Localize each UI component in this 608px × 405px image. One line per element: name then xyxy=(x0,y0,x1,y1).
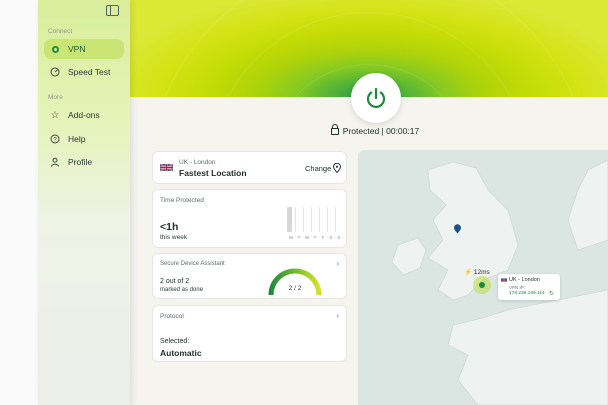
bolt-icon: ⚡ xyxy=(464,269,473,276)
protocol-title: Protocol xyxy=(160,313,184,320)
window-edge xyxy=(0,0,38,405)
secure-device-assistant-card[interactable]: Secure Device Assistant › 2 out of 2 mar… xyxy=(152,253,347,299)
sidebar-item-label: Profile xyxy=(68,157,93,167)
day-label: S xyxy=(337,235,341,240)
server-marker[interactable] xyxy=(473,276,491,294)
sidebar-item-label: Speed Test xyxy=(68,67,111,77)
sidebar-item-add-ons[interactable]: ☆ Add-ons xyxy=(44,105,124,125)
uk-flag-icon xyxy=(160,163,173,172)
day-label: S xyxy=(329,235,333,240)
gauge-label: 2 / 2 xyxy=(288,285,302,292)
uk-flag-icon xyxy=(501,278,507,282)
world-map[interactable]: ⚡ 12ms UK - London VPN IP: 178.239.199.1… xyxy=(358,150,608,405)
section-label-connect: Connect xyxy=(48,28,73,35)
section-label-more: More xyxy=(48,94,63,101)
time-protected-card: Time Protected <1h this week MTWTFSS xyxy=(152,189,347,248)
protocol-card[interactable]: Protocol › Selected: Automatic xyxy=(152,305,347,362)
power-button[interactable] xyxy=(351,73,401,123)
vpn-ip-label: VPN IP: xyxy=(509,285,526,290)
star-icon: ☆ xyxy=(50,109,60,121)
latency-value: 12ms xyxy=(473,269,490,276)
person-icon xyxy=(48,157,62,167)
day-label: F xyxy=(321,235,325,240)
sidebar-item-speed-test[interactable]: Speed Test xyxy=(44,62,124,82)
location-pin-icon xyxy=(333,163,341,173)
location-card[interactable]: UK - London Fastest Location Change xyxy=(152,151,347,184)
sidebar-item-profile[interactable]: Profile xyxy=(44,152,124,172)
day-label: W xyxy=(304,235,310,240)
connection-status: Protected | 00:00:17 xyxy=(310,124,440,136)
chevron-right-icon: › xyxy=(336,259,339,268)
location-name: Fastest Location xyxy=(179,168,247,178)
main-panel: Protected | 00:00:17 UK - London Fastest… xyxy=(130,0,608,405)
vpn-icon xyxy=(48,45,62,53)
sidebar-item-label: Add-ons xyxy=(68,110,100,120)
refresh-icon[interactable]: ↻ xyxy=(549,290,554,297)
assistant-count: 2 out of 2 xyxy=(160,278,190,285)
protocol-selected-label: Selected: xyxy=(160,338,190,345)
sidebar: Connect VPN Speed Test More ☆ Add-ons ? … xyxy=(38,0,130,405)
location-region: UK - London xyxy=(179,159,216,166)
time-protected-title: Time Protected xyxy=(160,197,204,204)
day-label: M xyxy=(289,235,293,240)
sidebar-toggle-icon[interactable] xyxy=(106,5,119,16)
day-label: T xyxy=(297,235,301,240)
weekly-bar-chart: MTWTFSS xyxy=(287,207,345,241)
speedometer-icon xyxy=(48,67,62,77)
chevron-right-icon: › xyxy=(336,311,339,320)
help-icon: ? xyxy=(48,134,62,144)
vpn-ip-value: 178.239.199.114 xyxy=(509,291,545,296)
lock-icon xyxy=(330,124,339,135)
assistant-title: Secure Device Assistant xyxy=(160,261,225,267)
server-tooltip: UK - London VPN IP: 178.239.199.114 ↻ xyxy=(498,274,560,300)
status-text: Protected | 00:00:17 xyxy=(342,126,420,136)
sidebar-item-label: Help xyxy=(68,134,86,144)
time-protected-period: this week xyxy=(160,234,188,241)
time-protected-value: <1h xyxy=(160,221,179,233)
progress-gauge xyxy=(268,268,322,296)
power-icon xyxy=(366,87,386,108)
day-label: T xyxy=(313,235,317,240)
change-location-button[interactable]: Change xyxy=(305,164,331,173)
protocol-value: Automatic xyxy=(160,348,202,358)
sidebar-item-help[interactable]: ? Help xyxy=(44,129,124,149)
server-name: UK - London xyxy=(509,277,540,283)
day-bar xyxy=(287,207,292,232)
sidebar-item-label: VPN xyxy=(68,44,86,54)
location-marker-icon xyxy=(454,224,461,234)
assistant-subtitle: marked as done xyxy=(160,287,204,293)
latency-readout: ⚡ 12ms xyxy=(464,268,490,276)
sidebar-item-vpn[interactable]: VPN xyxy=(44,39,124,59)
